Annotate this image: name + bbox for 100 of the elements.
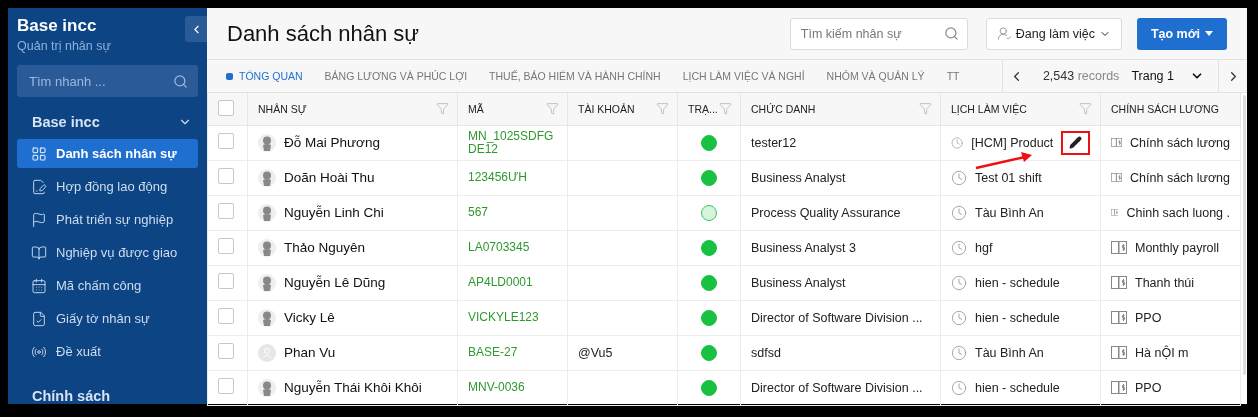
sidebar-item[interactable]: Danh sách nhân sự: [17, 139, 198, 168]
row-checkbox[interactable]: [218, 168, 234, 184]
filter-icon[interactable]: [1079, 102, 1092, 116]
employee-name[interactable]: Đỗ Mai Phương: [284, 135, 380, 150]
person-avatar-icon: [258, 273, 276, 292]
filter-icon[interactable]: [919, 102, 932, 116]
sidebar-item[interactable]: Nghiệp vụ được giao: [17, 238, 198, 267]
select-all-checkbox[interactable]: [218, 99, 234, 116]
salary-policy-cell: PPO: [1135, 380, 1162, 395]
payroll-book-icon: [1111, 276, 1127, 289]
employee-name[interactable]: Vicky Lê: [284, 310, 335, 325]
blank-avatar-icon: [258, 343, 276, 362]
row-checkbox[interactable]: [218, 378, 234, 394]
sidebar-item[interactable]: Mã chấm công: [17, 271, 198, 300]
employee-code: VICKYLE123: [468, 311, 540, 324]
sidebar-item[interactable]: Hợp đồng lao động: [17, 172, 198, 201]
tab[interactable]: TỔNG QUAN: [226, 70, 303, 82]
caret-icon: [1205, 31, 1214, 36]
schedule-cell: Test 01 shift: [975, 170, 1042, 185]
calendar-icon: [31, 277, 47, 294]
job-title-cell: Business Analyst 3: [751, 240, 856, 255]
employee-name[interactable]: Doãn Hoài Thu: [284, 170, 375, 185]
section-label: Base incc: [32, 114, 100, 130]
schedule-cell: Tàu Bình An: [975, 205, 1044, 220]
row-checkbox[interactable]: [218, 273, 234, 289]
person-avatar-icon: [258, 168, 276, 187]
clock-icon: [951, 239, 967, 256]
person-avatar-icon: [258, 133, 276, 152]
sidebar-item[interactable]: Phát triển sự nghiệp: [17, 205, 198, 234]
salary-policy-cell: Chinh sach luong .: [1126, 205, 1230, 220]
job-title-cell: Process Quality Assurance: [751, 205, 901, 220]
create-button[interactable]: Tạo mới: [1137, 17, 1227, 50]
schedule-cell: [HCM] Product: [971, 135, 1054, 150]
page-dropdown[interactable]: Trang 1: [1131, 60, 1219, 92]
schedule-cell: hien - schedule: [975, 380, 1060, 395]
employee-code: MNV-0036: [468, 381, 526, 394]
filter-icon[interactable]: [656, 102, 669, 116]
tab[interactable]: NHÓM VÀ QUẢN LÝ: [826, 70, 925, 82]
row-checkbox[interactable]: [218, 343, 234, 359]
sidebar-item[interactable]: Đề xuất: [17, 337, 198, 366]
record-count: 2,543 records: [1042, 69, 1120, 83]
flag-icon: [31, 211, 47, 228]
filter-icon[interactable]: [719, 102, 732, 116]
filter-icon[interactable]: [436, 102, 449, 116]
salary-policy-cell: Thanh thúi: [1135, 275, 1195, 290]
employee-code: LA0703345: [468, 241, 531, 254]
column-header: TÀI KHOẢN: [578, 102, 635, 115]
arrow-annotation: [975, 150, 1033, 169]
clock-icon: [951, 309, 967, 326]
grid-icon: [31, 145, 47, 162]
edit-button[interactable]: [1061, 130, 1090, 155]
schedule-cell: hien - schedule: [975, 310, 1060, 325]
person-avatar-icon: [258, 238, 276, 257]
salary-policy-cell: Chính sách lương: [1130, 170, 1230, 185]
row-checkbox[interactable]: [218, 308, 234, 324]
employee-code: AP4LD0001: [468, 276, 534, 289]
salary-policy-cell: Hà nỘI m: [1135, 345, 1189, 360]
row-checkbox[interactable]: [218, 203, 234, 219]
status-filter-dropdown[interactable]: Đang làm việc: [985, 17, 1122, 50]
job-title-cell: Director of Software Division ...: [751, 380, 923, 395]
employee-name[interactable]: Phan Vu: [284, 345, 336, 360]
salary-policy-cell: PPO: [1135, 310, 1162, 325]
payroll-book-icon: [1111, 346, 1127, 359]
employee-code: 123456ƯH: [468, 171, 528, 184]
row-checkbox[interactable]: [218, 133, 234, 149]
sidebar-section-header[interactable]: Base incc: [17, 109, 198, 135]
pencil-icon: [1069, 136, 1083, 149]
payroll-book-icon: [1111, 136, 1123, 149]
filter-icon[interactable]: [546, 102, 559, 116]
clock-icon: [951, 379, 967, 396]
payroll-book-icon: [1111, 311, 1127, 324]
sidebar-item[interactable]: Giấy tờ nhân sự: [17, 304, 198, 333]
search-field[interactable]: Tìm kiếm nhân sự: [789, 17, 968, 50]
column-header: NHÂN SỰ: [258, 102, 307, 115]
clock-icon: [951, 344, 967, 361]
employee-name[interactable]: Thảo Nguyên: [284, 240, 366, 255]
column-header: MÃ: [468, 102, 484, 115]
section-label[interactable]: Chính sách: [17, 388, 198, 404]
payroll-book-icon: [1111, 206, 1119, 219]
app-subtitle: Quản trị nhân sự: [17, 39, 112, 53]
clock-icon: [951, 204, 967, 221]
person-avatar-icon: [258, 308, 276, 327]
job-title-cell: Director of Software Division ...: [751, 310, 923, 325]
column-header: CHỨC DANH: [751, 102, 816, 115]
tab[interactable]: TT: [946, 70, 960, 82]
document-icon: [31, 178, 47, 195]
file-icon: [31, 310, 47, 327]
tab[interactable]: LỊCH LÀM VIỆC VÀ NGHỈ: [682, 70, 805, 82]
column-header: TRẠ...: [688, 102, 718, 115]
job-title-cell: tester12: [751, 135, 797, 150]
tab[interactable]: BẢNG LƯƠNG VÀ PHÚC LỢI: [324, 70, 468, 82]
tab[interactable]: THUẾ, BẢO HIỂM VÀ HÀNH CHÍNH: [489, 70, 661, 82]
app-title: Base incc: [17, 16, 97, 36]
schedule-cell: hien - schedule: [975, 275, 1060, 290]
job-title-cell: Business Analyst: [751, 170, 846, 185]
salary-policy-cell: Chính sách lương: [1130, 135, 1230, 150]
payroll-book-icon: [1111, 381, 1127, 394]
job-title-cell: sdfsd: [751, 345, 781, 360]
row-checkbox[interactable]: [218, 238, 234, 254]
collapse-sidebar-button[interactable]: [185, 16, 207, 42]
